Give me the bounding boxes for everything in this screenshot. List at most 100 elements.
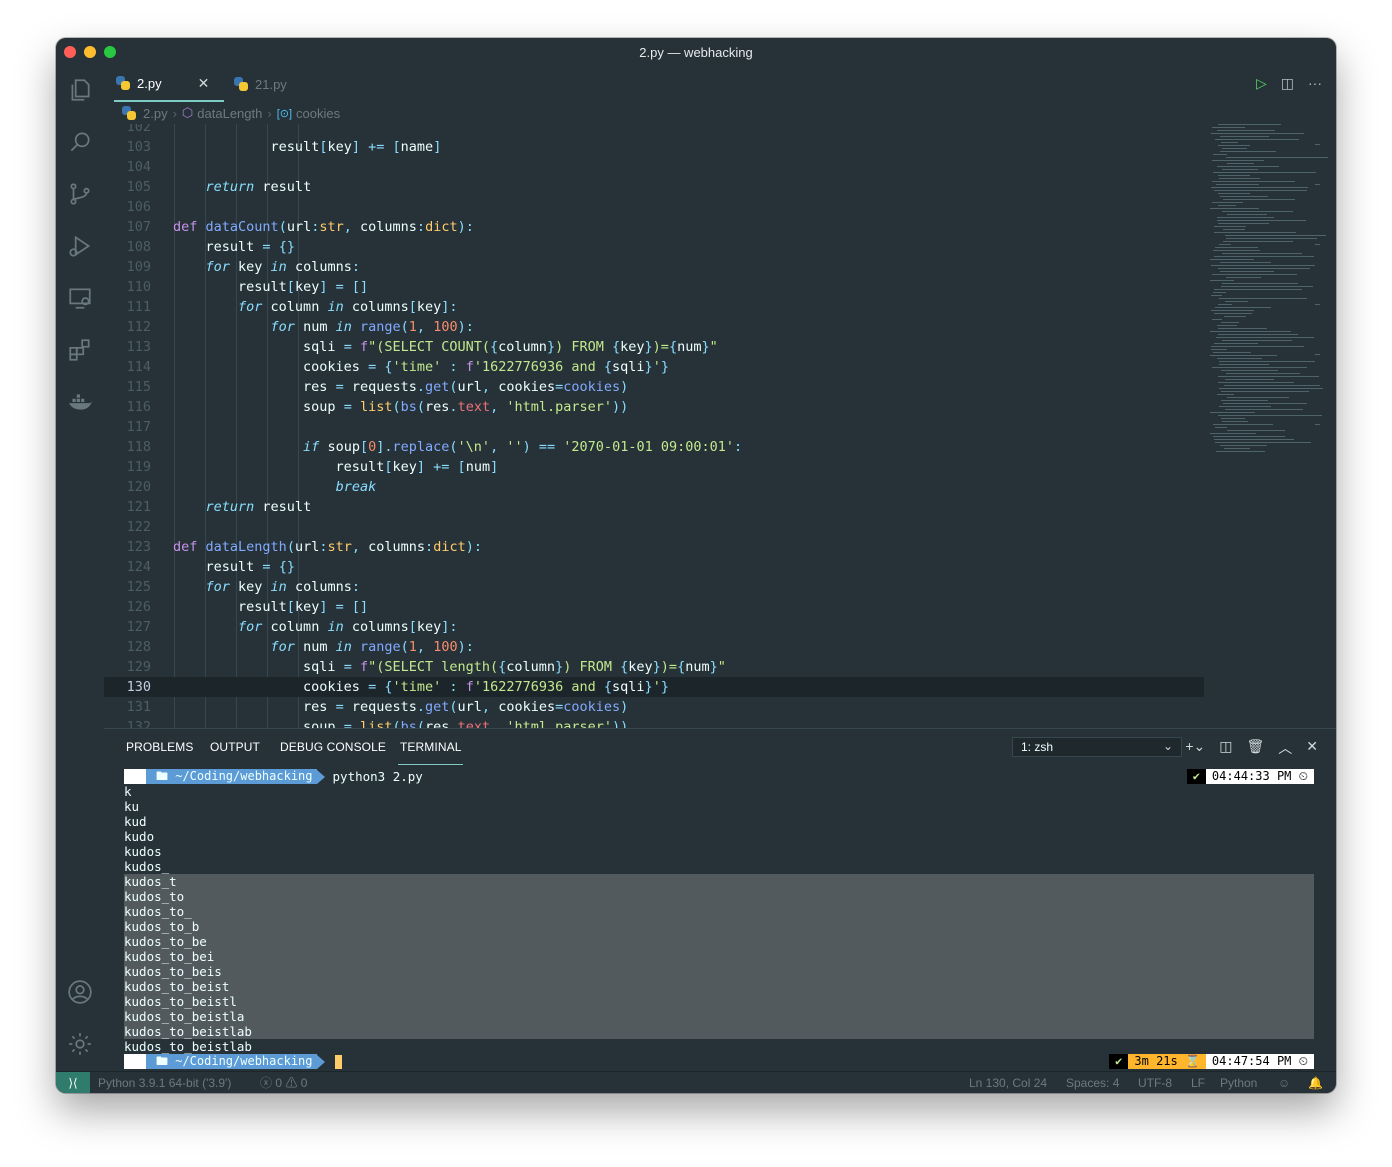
- terminal-output[interactable]: 🖿 ~/Coding/webhacking python3 2.py ✔ 04:…: [124, 769, 1324, 1069]
- minimap-line: [1217, 394, 1234, 395]
- tab-2-py[interactable]: 2.py ✕: [114, 66, 224, 102]
- close-panel-icon[interactable]: ✕: [1306, 738, 1318, 758]
- code-line[interactable]: 130 cookies = {'time' : f'1622776936 and…: [104, 677, 1204, 697]
- breadcrumb-variable[interactable]: cookies: [296, 106, 340, 121]
- code-line[interactable]: 116 soup = list(bs(res.text, 'html.parse…: [104, 397, 1204, 417]
- notifications-bell-icon[interactable]: 🔔: [1308, 1072, 1323, 1093]
- settings-gear-icon[interactable]: [66, 1030, 94, 1058]
- breadcrumb-file[interactable]: 2.py: [143, 106, 168, 121]
- source-control-icon[interactable]: [66, 180, 94, 208]
- code-token: res: [173, 699, 336, 715]
- code-line[interactable]: 119 result[key] += [num]: [104, 457, 1204, 477]
- problems-count[interactable]: ⓧ 0 ⚠ 0: [260, 1072, 307, 1093]
- terminal-line: k: [124, 784, 132, 799]
- more-actions-icon[interactable]: ···: [1308, 75, 1322, 92]
- code-line[interactable]: 104: [104, 157, 1204, 177]
- code-line[interactable]: 120 break: [104, 477, 1204, 497]
- split-terminal-icon[interactable]: ◫: [1219, 738, 1232, 758]
- code-line[interactable]: 131 res = requests.get(url, cookies=cook…: [104, 697, 1204, 717]
- python-interpreter[interactable]: Python 3.9.1 64-bit ('3.9'): [98, 1072, 231, 1093]
- code-line[interactable]: 117: [104, 417, 1204, 437]
- encoding[interactable]: UTF-8: [1138, 1072, 1172, 1093]
- code-token: columns: [286, 579, 352, 595]
- code-line[interactable]: 132 soup = list(bs(res.text, 'html.parse…: [104, 717, 1204, 728]
- breadcrumb-function[interactable]: dataLength: [197, 106, 262, 121]
- code-line[interactable]: 108 result = {}: [104, 237, 1204, 257]
- code-token: columns: [360, 539, 426, 555]
- title-bar: 2.py — webhacking: [56, 38, 1336, 66]
- minimap-line: [1212, 319, 1222, 320]
- code-line[interactable]: 106: [104, 197, 1204, 217]
- code-editor[interactable]: 102 103 result[key] += [name] 104 105 retur…: [104, 124, 1336, 728]
- account-icon[interactable]: [66, 978, 94, 1006]
- code-line[interactable]: 115 res = requests.get(url, cookies=cook…: [104, 377, 1204, 397]
- tab-output[interactable]: OUTPUT: [210, 729, 260, 765]
- code-line[interactable]: 125 for key in columns:: [104, 577, 1204, 597]
- remote-indicator-icon[interactable]: ⟩⟨: [56, 1072, 90, 1093]
- minimize-window-button[interactable]: [84, 46, 96, 58]
- new-terminal-icon[interactable]: +⌄: [1185, 738, 1205, 758]
- run-debug-icon[interactable]: [66, 232, 94, 260]
- code-line[interactable]: 102: [104, 124, 1204, 137]
- minimap-line: [1222, 211, 1293, 212]
- apple-icon: [124, 769, 146, 784]
- code-line[interactable]: 105 return result: [104, 177, 1204, 197]
- code-line[interactable]: 103 result[key] += [name]: [104, 137, 1204, 157]
- prompt-arrow: [316, 1054, 325, 1069]
- tab-terminal[interactable]: TERMINAL: [398, 729, 464, 765]
- code-line[interactable]: 112 for num in range(1, 100):: [104, 317, 1204, 337]
- code-line[interactable]: 113 sqli = f"(SELECT COUNT({column}) FRO…: [104, 337, 1204, 357]
- search-icon[interactable]: [66, 128, 94, 156]
- run-file-icon[interactable]: ▷: [1256, 75, 1267, 92]
- terminal-select[interactable]: 1: zsh ⌄: [1012, 737, 1182, 757]
- close-window-button[interactable]: [64, 46, 76, 58]
- feedback-icon[interactable]: ☺: [1278, 1072, 1290, 1093]
- code-line[interactable]: 127 for column in columns[key]:: [104, 617, 1204, 637]
- cursor-position[interactable]: Ln 130, Col 24: [969, 1072, 1047, 1093]
- tab-debug-console[interactable]: DEBUG CONSOLE: [280, 729, 386, 765]
- code-line[interactable]: 123 def dataLength(url:str, columns:dict)…: [104, 537, 1204, 557]
- code-token: ) FROM: [555, 339, 612, 355]
- remote-explorer-icon[interactable]: [66, 284, 94, 312]
- trash-icon[interactable]: 🗑: [1246, 738, 1264, 758]
- line-number: 120: [126, 479, 151, 495]
- tab-21-py[interactable]: 21.py: [234, 66, 314, 102]
- minimap[interactable]: [1206, 124, 1328, 454]
- docker-icon[interactable]: [66, 388, 94, 416]
- code-line[interactable]: 124 result = {}: [104, 557, 1204, 577]
- code-token: soup: [173, 399, 344, 415]
- language-mode[interactable]: Python: [1220, 1072, 1257, 1093]
- code-token: }: [660, 679, 669, 695]
- code-line[interactable]: 111 for column in columns[key]:: [104, 297, 1204, 317]
- code-line[interactable]: 128 for num in range(1, 100):: [104, 637, 1204, 657]
- line-number: 116: [126, 399, 151, 415]
- code-line[interactable]: 121 return result: [104, 497, 1204, 517]
- code-line[interactable]: 114 cookies = {'time' : f'1622776936 and…: [104, 357, 1204, 377]
- tab-problems[interactable]: PROBLEMS: [126, 729, 194, 765]
- terminal-line: kudos_: [124, 859, 170, 874]
- code-line[interactable]: 118 if soup[0].replace('\n', '') == '207…: [104, 437, 1204, 457]
- code-line[interactable]: 126 result[key] = []: [104, 597, 1204, 617]
- files-icon[interactable]: [66, 76, 94, 104]
- window-controls: [64, 46, 116, 58]
- close-icon[interactable]: ✕: [198, 75, 210, 92]
- minimap-line: [1215, 427, 1227, 428]
- maximize-window-button[interactable]: [104, 46, 116, 58]
- code-token: columns: [286, 259, 352, 275]
- code-line[interactable]: 122: [104, 517, 1204, 537]
- code-line[interactable]: 110 result[key] = []: [104, 277, 1204, 297]
- code-line[interactable]: 109 for key in columns:: [104, 257, 1204, 277]
- code-token: for: [238, 619, 263, 635]
- code-token: range: [359, 319, 401, 335]
- code-line[interactable]: 129 sqli = f"(SELECT length({column}) FR…: [104, 657, 1204, 677]
- maximize-panel-icon[interactable]: ︿: [1278, 738, 1292, 758]
- code-token: in: [327, 619, 344, 635]
- line-ending[interactable]: LF: [1191, 1072, 1205, 1093]
- indentation[interactable]: Spaces: 4: [1066, 1072, 1119, 1093]
- code-line[interactable]: 107 def dataCount(url:str, columns:dict):: [104, 217, 1204, 237]
- code-token: key: [416, 619, 442, 635]
- extensions-icon[interactable]: [66, 336, 94, 364]
- split-editor-icon[interactable]: ◫: [1281, 75, 1294, 92]
